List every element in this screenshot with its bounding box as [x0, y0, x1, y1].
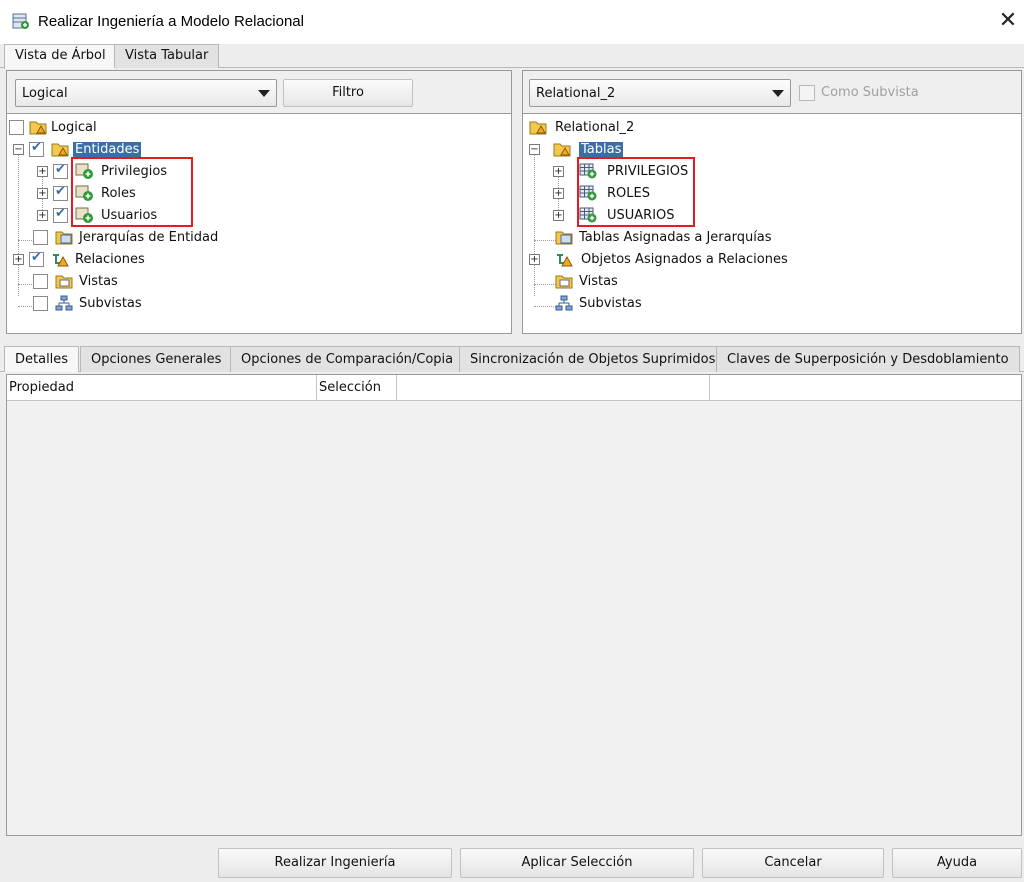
combo-value: Relational_2: [536, 86, 616, 101]
expand-icon[interactable]: +: [37, 210, 48, 221]
highlight-box: [71, 157, 193, 227]
filter-button[interactable]: Filtro: [283, 79, 413, 107]
cancel-button[interactable]: Cancelar: [702, 848, 884, 878]
relational-tree: Relational_2 − Tablas + PRIVILEGIOS + RO…: [523, 113, 1021, 333]
tree-node-vistas-rel[interactable]: Vistas: [523, 272, 723, 292]
folder-warning-icon: [529, 121, 547, 135]
help-button[interactable]: Ayuda: [892, 848, 1022, 878]
expand-icon[interactable]: +: [553, 188, 564, 199]
view-tabs: Vista de Árbol Vista Tabular: [0, 44, 1024, 69]
tree-node-subvistas[interactable]: Subvistas: [7, 294, 207, 314]
tree-label: Logical: [51, 120, 97, 135]
app-icon: [12, 13, 29, 29]
options-tabs: Detalles Opciones Generales Opciones de …: [0, 346, 1024, 372]
tree-label: Entidades: [73, 142, 142, 157]
expand-icon[interactable]: +: [553, 166, 564, 177]
column-header-propiedad[interactable]: Propiedad: [7, 375, 317, 401]
folder-table-icon: [55, 231, 73, 245]
tree-label: Objetos Asignados a Relaciones: [581, 252, 788, 267]
usuarios-checkbox[interactable]: [53, 206, 68, 223]
hierarchy-icon: [555, 295, 573, 311]
column-header-blank[interactable]: [710, 375, 1021, 401]
highlight-box: [577, 157, 695, 227]
tab-sincronizacion[interactable]: Sincronización de Objetos Suprimidos: [459, 346, 727, 372]
realizar-ingenieria-button[interactable]: Realizar Ingeniería: [218, 848, 452, 878]
chevron-down-icon: [772, 90, 784, 97]
close-icon[interactable]: ✕: [996, 9, 1020, 33]
column-header-seleccion[interactable]: Selección: [317, 375, 397, 401]
collapse-icon[interactable]: −: [529, 144, 540, 155]
tree-label: Vistas: [579, 274, 618, 289]
subview-checkbox-label: Como Subvista: [821, 85, 919, 100]
tree-label: Relaciones: [75, 252, 145, 267]
relational-panel: Relational_2 Como Subvista Relational_2 …: [522, 70, 1022, 334]
tree-label: Subvistas: [579, 296, 642, 311]
tree-node-vistas[interactable]: Vistas: [7, 272, 207, 292]
tree-label: Vistas: [79, 274, 118, 289]
subview-checkbox[interactable]: [799, 85, 815, 101]
folder-view-icon: [555, 275, 573, 289]
relational-model-combo[interactable]: Relational_2: [529, 79, 791, 107]
expand-icon[interactable]: +: [553, 210, 564, 221]
tree-label: Tablas Asignadas a Jerarquías: [579, 230, 772, 245]
tree-node-subvistas-rel[interactable]: Subvistas: [523, 294, 723, 314]
jerarquias-checkbox[interactable]: [33, 230, 48, 245]
relaciones-checkbox[interactable]: [29, 250, 44, 267]
entidades-checkbox[interactable]: [29, 140, 44, 157]
logical-tree: Logical − Entidades + Privilegios + Role…: [7, 113, 511, 333]
tab-opciones-comparacion[interactable]: Opciones de Comparación/Copia: [230, 346, 465, 372]
tab-claves-superposicion[interactable]: Claves de Superposición y Desdoblamiento: [716, 346, 1020, 372]
tree-node-relaciones[interactable]: + Relaciones: [7, 250, 207, 270]
tree-label: Relational_2: [555, 120, 635, 135]
tree-node-relational-root[interactable]: Relational_2: [523, 118, 723, 138]
folder-warning-icon: [51, 143, 69, 157]
column-header-blank[interactable]: [397, 375, 710, 401]
tree-node-logical[interactable]: Logical: [7, 118, 207, 138]
combo-value: Logical: [22, 86, 68, 101]
privilegios-checkbox[interactable]: [53, 162, 68, 179]
folder-warning-icon: [29, 121, 47, 135]
expand-icon[interactable]: +: [529, 254, 540, 265]
tree-label: Tablas: [579, 142, 624, 157]
tab-vista-tabular[interactable]: Vista Tabular: [114, 44, 220, 68]
expand-icon[interactable]: +: [37, 166, 48, 177]
tab-detalles[interactable]: Detalles: [4, 346, 80, 372]
aplicar-seleccion-button[interactable]: Aplicar Selección: [460, 848, 694, 878]
chevron-down-icon: [258, 90, 270, 97]
logical-checkbox[interactable]: [9, 120, 24, 135]
folder-table-icon: [555, 231, 573, 245]
logical-model-combo[interactable]: Logical: [15, 79, 277, 107]
title-bar: Realizar Ingeniería a Modelo Relacional …: [0, 0, 1024, 44]
tree-label: Subvistas: [79, 296, 142, 311]
hierarchy-icon: [55, 295, 73, 311]
tab-opciones-generales[interactable]: Opciones Generales: [80, 346, 233, 372]
logical-panel: Logical Filtro Logical − Entidades + Pri…: [6, 70, 512, 334]
folder-warning-icon: [553, 143, 571, 157]
tree-label: Jerarquías de Entidad: [79, 230, 219, 245]
relation-warning-icon: [53, 254, 69, 267]
expand-icon[interactable]: +: [13, 254, 24, 265]
tree-node-objetos-asignados[interactable]: + Objetos Asignados a Relaciones: [523, 250, 823, 270]
window-title: Realizar Ingeniería a Modelo Relacional: [38, 13, 304, 30]
grid-header: Propiedad Selección: [7, 375, 1021, 401]
folder-view-icon: [55, 275, 73, 289]
collapse-icon[interactable]: −: [13, 144, 24, 155]
relation-warning-icon: [557, 254, 573, 267]
details-grid: Propiedad Selección: [6, 374, 1022, 836]
tree-node-tablas-asignadas[interactable]: Tablas Asignadas a Jerarquías: [523, 228, 823, 248]
vistas-checkbox[interactable]: [33, 274, 48, 289]
expand-icon[interactable]: +: [37, 188, 48, 199]
roles-checkbox[interactable]: [53, 184, 68, 201]
tree-node-jerarquias[interactable]: Jerarquías de Entidad: [7, 228, 307, 248]
subvistas-checkbox[interactable]: [33, 296, 48, 311]
tab-vista-arbol[interactable]: Vista de Árbol: [4, 44, 117, 69]
